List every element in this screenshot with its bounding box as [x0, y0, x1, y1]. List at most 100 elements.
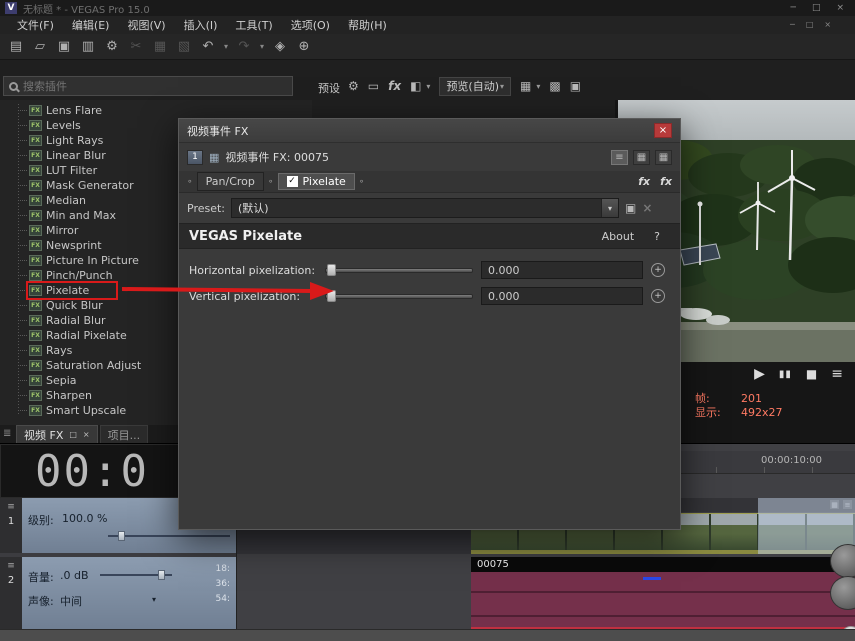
undo-caret-icon[interactable]: ▾	[221, 37, 231, 57]
preset-caret-icon[interactable]: ▾	[601, 199, 618, 217]
tab-close-icon[interactable]: ×	[83, 430, 90, 439]
play-button[interactable]: ▶	[754, 366, 765, 382]
fx-plugin-icon: FX	[29, 315, 42, 326]
preview-menu-icon[interactable]: ≡	[831, 366, 843, 382]
split-caret-icon[interactable]: ▾	[426, 82, 430, 91]
copy-icon[interactable]: ▦	[149, 37, 171, 57]
fx-plugin-icon: FX	[29, 180, 42, 191]
dock-handle-icon[interactable]: ≣	[3, 428, 11, 439]
parameter-slider[interactable]	[325, 289, 473, 303]
dialog-title: 视频事件 FX	[187, 123, 248, 139]
tab-project-media[interactable]: 项目...	[100, 425, 149, 443]
search-input[interactable]	[23, 80, 263, 93]
menu-item[interactable]: 编辑(E)	[63, 17, 119, 33]
preset-panel-label: 预设	[318, 80, 340, 96]
menu-item[interactable]: 视图(V)	[118, 17, 174, 33]
grid-overlay-icon[interactable]: ▦	[520, 79, 531, 93]
open-icon[interactable]: ▱	[29, 37, 51, 57]
level-slider-handle[interactable]	[118, 531, 125, 541]
level-slider[interactable]	[108, 531, 230, 541]
copy-snapshot-icon[interactable]: ▩	[549, 79, 560, 93]
animate-icon[interactable]: +	[651, 289, 665, 303]
volume-slider-handle[interactable]	[158, 570, 165, 580]
fx-chain-tabs: ∘ Pan/Crop ∘ ✓ Pixelate ∘ fx fx	[179, 171, 680, 193]
redo-icon[interactable]: ↷	[233, 37, 255, 57]
parameter-value-input[interactable]: 0.000	[481, 287, 643, 305]
add-fx-icon[interactable]: fx	[638, 175, 650, 188]
display-label: 显示:	[695, 406, 741, 420]
track-number-column[interactable]: ≡ 1	[0, 498, 22, 553]
dialog-close-button[interactable]: ×	[654, 123, 672, 138]
external-monitor-icon[interactable]: ▭	[368, 79, 379, 93]
delete-preset-icon[interactable]: ×	[642, 201, 652, 215]
track-menu-icon[interactable]: ≡	[7, 561, 15, 571]
pan-caret-icon[interactable]: ▾	[152, 595, 156, 604]
audio-track-controls[interactable]: 音量: .0 dB 声像: 中间 ▾ 18:36:54:	[22, 557, 236, 629]
plugin-search-box[interactable]	[3, 76, 293, 96]
save-icon[interactable]: ▣	[53, 37, 75, 57]
grid-caret-icon[interactable]: ▾	[536, 82, 540, 91]
cut-icon[interactable]: ✂	[125, 37, 147, 57]
close-button[interactable]: ×	[836, 3, 844, 13]
render-icon[interactable]: ▥	[77, 37, 99, 57]
menu-item[interactable]: 选项(O)	[282, 17, 339, 33]
fx-plugin-icon: FX	[29, 390, 42, 401]
fx-plugin-icon: FX	[29, 120, 42, 131]
preset-dropdown[interactable]: (默认) ▾	[231, 198, 619, 218]
undo-icon[interactable]: ↶	[197, 37, 219, 57]
slider-handle[interactable]	[327, 264, 336, 276]
save-preset-icon[interactable]: ▣	[625, 201, 636, 215]
pixelate-checkbox[interactable]: ✓	[287, 176, 298, 187]
about-link[interactable]: About	[602, 230, 635, 243]
plugin-item[interactable]: FX Lens Flare	[0, 103, 294, 118]
doc-maximize-button[interactable]: □	[806, 20, 814, 29]
parameter-slider[interactable]	[325, 263, 473, 277]
view-grid-icon[interactable]: ▦	[633, 150, 650, 165]
maximize-button[interactable]: □	[812, 3, 821, 13]
menu-item[interactable]: 帮助(H)	[339, 17, 396, 33]
view-list-icon[interactable]: ≡	[611, 150, 628, 165]
menubar: 文件(F)编辑(E)视图(V)插入(I)工具(T)选项(O)帮助(H)	[0, 16, 855, 34]
help-link[interactable]: ?	[654, 230, 660, 243]
tab-pan-crop[interactable]: Pan/Crop	[197, 172, 264, 191]
view-grid-icon[interactable]: ▦	[655, 150, 672, 165]
parameter-value-input[interactable]: 0.000	[481, 261, 643, 279]
fx-plugin-icon: FX	[29, 225, 42, 236]
save-snapshot-icon[interactable]: ▣	[570, 79, 581, 93]
video-output-fx-icon[interactable]: fx	[388, 79, 401, 93]
audio-event-clip[interactable]: 00075	[471, 557, 855, 629]
stop-button[interactable]: ■	[806, 367, 817, 381]
meter-mark: 36:	[210, 579, 230, 594]
interleave-icon[interactable]: ⊕	[293, 37, 315, 57]
tab-video-fx[interactable]: 视频 FX □ ×	[16, 425, 98, 443]
snap-icon[interactable]: ◈	[269, 37, 291, 57]
tab-float-icon[interactable]: □	[69, 430, 77, 439]
annotation-arrow	[122, 280, 338, 302]
pause-button[interactable]: ▮▮	[779, 369, 792, 380]
doc-minimize-button[interactable]: ─	[790, 20, 795, 29]
minimize-button[interactable]: ─	[791, 3, 796, 13]
paste-icon[interactable]: ▧	[173, 37, 195, 57]
properties-gear-icon[interactable]: ⚙	[101, 37, 123, 57]
chain-node-icon: ∘	[268, 177, 274, 187]
doc-close-button[interactable]: ×	[824, 20, 831, 29]
quality-caret-icon: ▾	[500, 82, 504, 91]
split-screen-icon[interactable]: ◧	[410, 79, 421, 93]
redo-caret-icon[interactable]: ▾	[257, 37, 267, 57]
new-project-icon[interactable]: ▤	[5, 37, 27, 57]
preview-quality-dropdown[interactable]: 预览(自动) ▾	[439, 77, 511, 96]
volume-slider[interactable]	[100, 570, 172, 580]
menu-item[interactable]: 文件(F)	[8, 17, 63, 33]
tab-pixelate[interactable]: ✓ Pixelate	[278, 173, 355, 190]
dialog-titlebar[interactable]: 视频事件 FX ×	[179, 119, 680, 143]
track-menu-icon[interactable]: ≡	[7, 502, 15, 512]
animate-icon[interactable]: +	[651, 263, 665, 277]
menu-item[interactable]: 工具(T)	[226, 17, 281, 33]
menu-item[interactable]: 插入(I)	[175, 17, 227, 33]
preview-gear-icon[interactable]: ⚙	[348, 79, 359, 93]
fx-plugin-icon: FX	[29, 330, 42, 341]
track-number-column[interactable]: ≡ 2	[0, 557, 22, 629]
main-toolbar: ▤▱▣▥⚙✂▦▧↶▾↷▾◈⊕	[0, 34, 855, 60]
meter-scale: 18:36:54:	[210, 564, 230, 609]
remove-fx-icon[interactable]: fx	[660, 175, 672, 188]
